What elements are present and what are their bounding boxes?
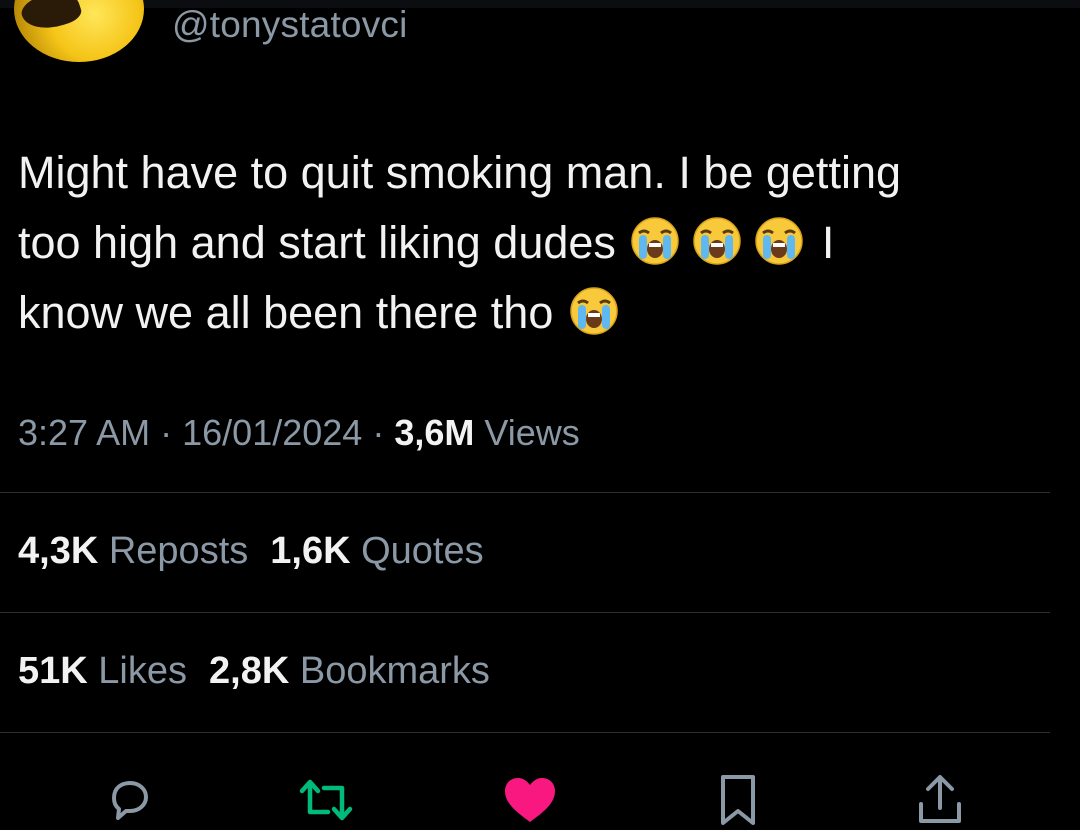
quotes-count: 1,6K: [270, 530, 351, 572]
bookmark-button[interactable]: [708, 770, 768, 830]
avatar[interactable]: [14, 0, 144, 62]
repost-button[interactable]: [296, 770, 356, 830]
tweet-date[interactable]: 16/01/2024: [182, 412, 362, 453]
like-button[interactable]: [500, 770, 560, 830]
action-bar: [0, 762, 1080, 828]
bookmarks-stat[interactable]: 2,8K Bookmarks: [209, 650, 490, 692]
tweet-text: Might have to quit smoking man. I be get…: [18, 138, 1018, 348]
bookmarks-count: 2,8K: [209, 650, 290, 692]
loudly-crying-face-icon: [631, 217, 679, 265]
user-handle[interactable]: @tonystatovci: [172, 4, 408, 46]
views-count: 3,6M: [394, 412, 475, 453]
views-label: Views: [484, 412, 580, 453]
reposts-stat[interactable]: 4,3K Reposts: [18, 530, 248, 572]
bookmark-icon: [721, 775, 755, 825]
quotes-label: Quotes: [361, 530, 484, 572]
repost-icon: [299, 779, 353, 821]
meta-separator: ·: [372, 412, 385, 453]
tweet-text-line-2: too high and start liking dudes I: [18, 217, 835, 268]
avatar-figure: [18, 0, 84, 37]
repost-quote-stats: 4,3K Reposts 1,6K Quotes: [18, 530, 484, 573]
bookmarks-label: Bookmarks: [299, 650, 490, 692]
reposts-label: Reposts: [108, 530, 249, 572]
like-icon: [505, 778, 555, 822]
share-button[interactable]: [910, 770, 970, 830]
meta-separator: ·: [160, 412, 173, 453]
divider: [0, 492, 1050, 493]
quotes-stat[interactable]: 1,6K Quotes: [270, 530, 483, 572]
loudly-crying-face-icon: [755, 217, 803, 265]
reply-icon: [112, 781, 148, 820]
loudly-crying-face-icon: [570, 287, 619, 335]
likes-count: 51K: [18, 650, 88, 692]
share-icon: [919, 775, 961, 823]
divider: [0, 612, 1050, 613]
tweet-text-line-1: Might have to quit smoking man. I be get…: [18, 147, 901, 198]
loudly-crying-face-icon: [693, 217, 741, 265]
divider: [0, 732, 1050, 733]
tweet-text-line-3: know we all been there tho: [18, 278, 1018, 348]
tweet-meta: 3:27 AM · 16/01/2024 · 3,6M Views: [18, 412, 580, 454]
reply-button[interactable]: [100, 770, 160, 830]
reposts-count: 4,3K: [18, 530, 99, 572]
likes-bookmarks-stats: 51K Likes 2,8K Bookmarks: [18, 650, 490, 693]
likes-label: Likes: [98, 650, 187, 692]
tweet-time[interactable]: 3:27 AM: [18, 412, 150, 453]
likes-stat[interactable]: 51K Likes: [18, 650, 187, 692]
top-edge-bar: [0, 0, 1080, 8]
